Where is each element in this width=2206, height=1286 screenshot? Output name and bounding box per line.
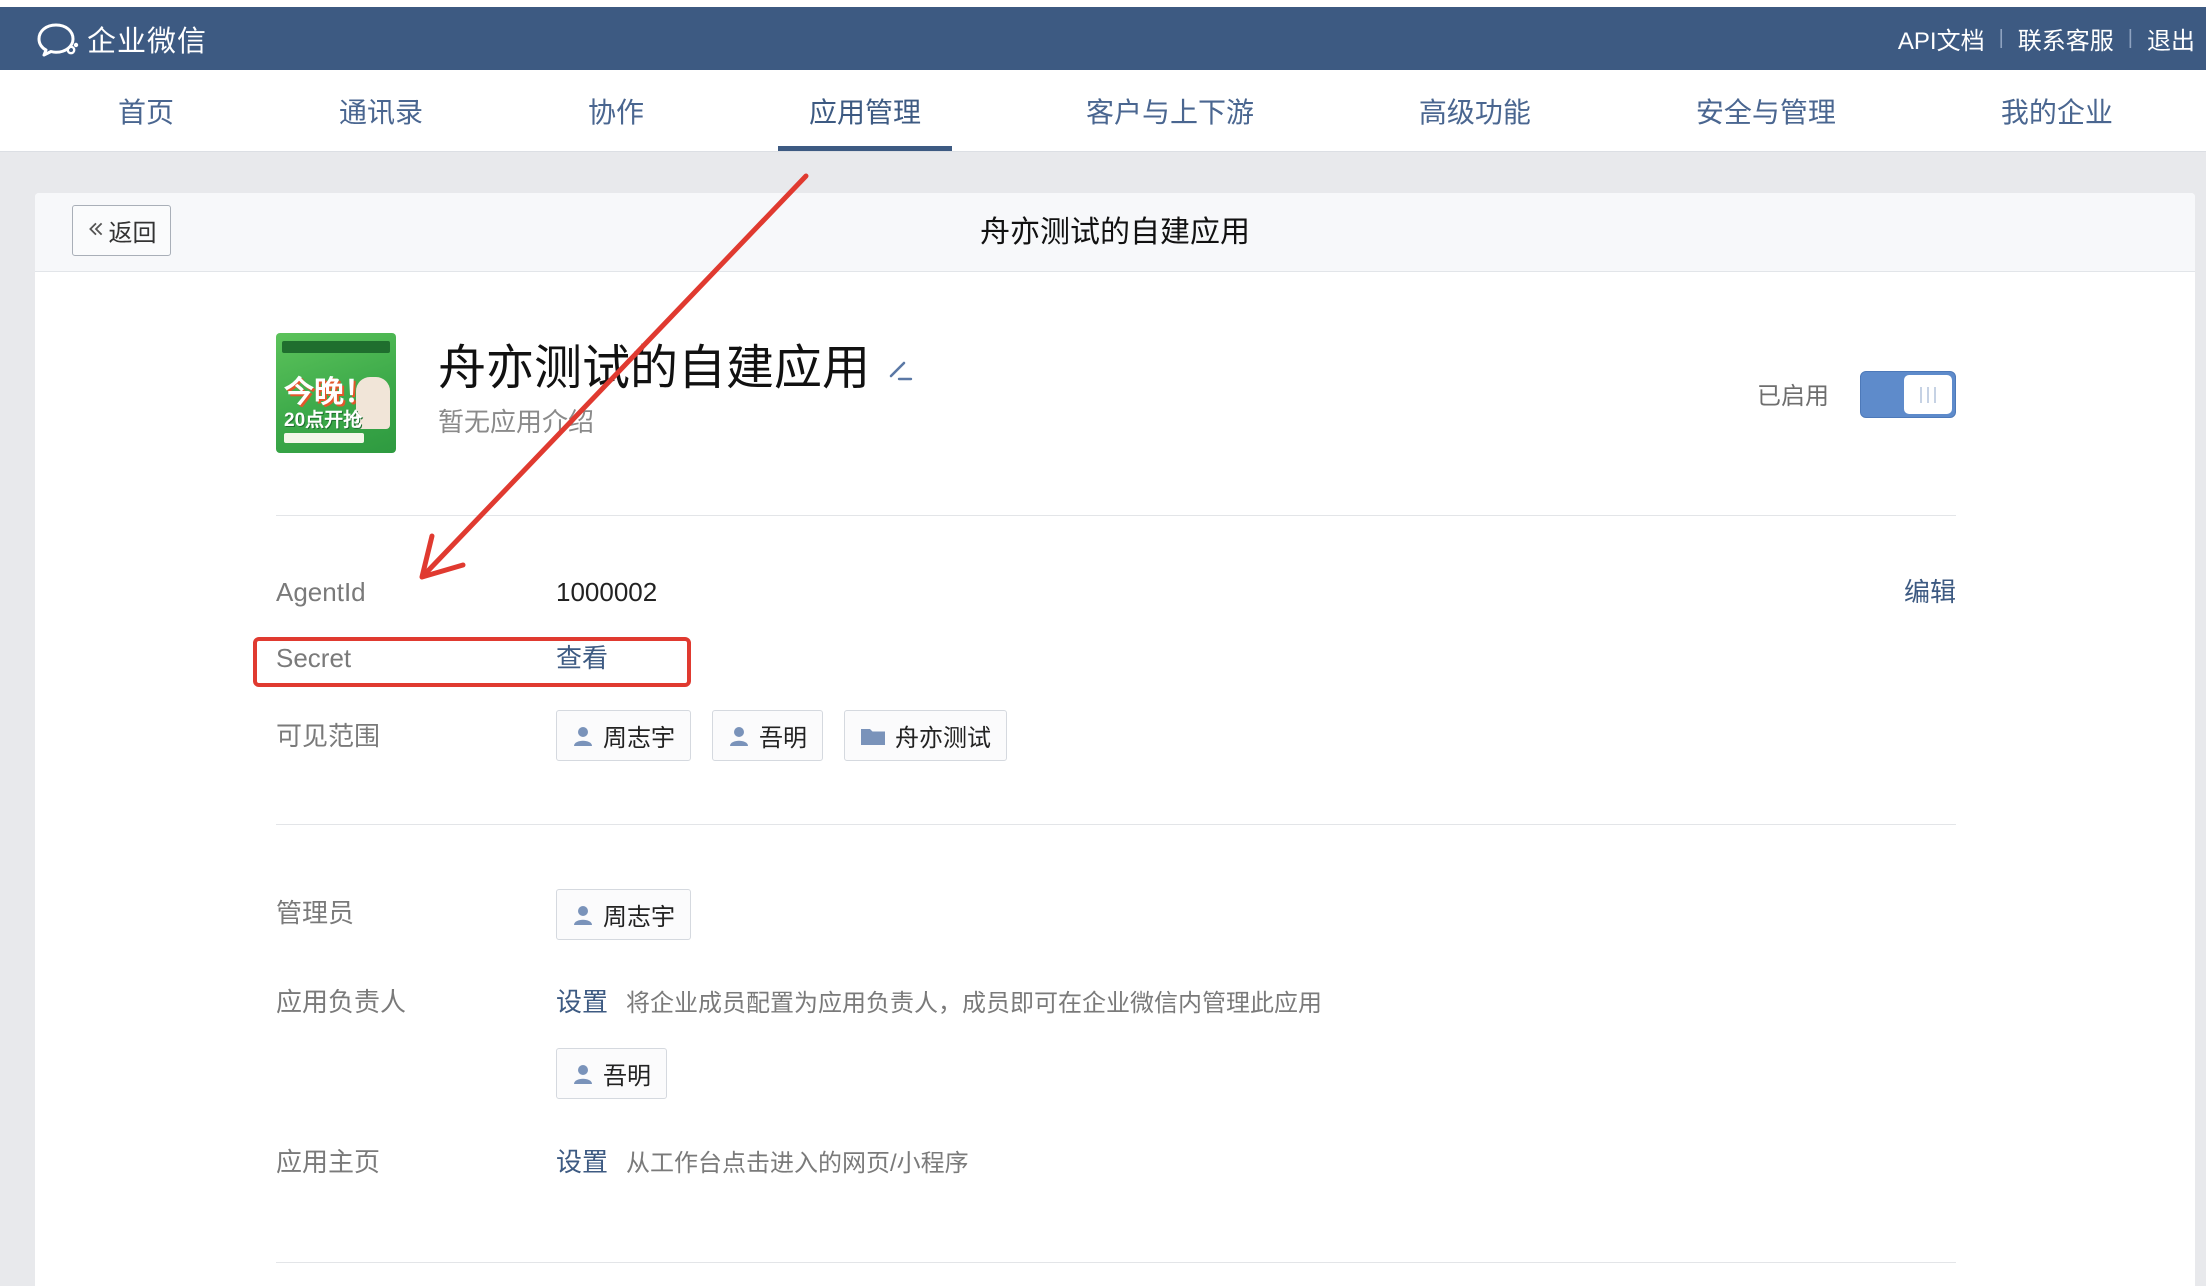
- top-header: 企业微信 API文档 | 联系客服 | 退出: [0, 7, 2206, 70]
- card-title: 舟亦测试的自建应用: [980, 216, 1250, 249]
- header-links: API文档 | 联系客服 | 退出: [1898, 7, 2195, 70]
- tag-name: 吾明: [759, 725, 807, 752]
- nav-item-security[interactable]: 安全与管理: [1665, 70, 1867, 151]
- toggle-knob: [1904, 375, 1952, 414]
- visibility-tag[interactable]: 吾明: [712, 710, 823, 761]
- enable-toggle[interactable]: [1860, 371, 1956, 418]
- tag-name: 周志宇: [603, 725, 675, 752]
- admin-tags: 周志宇: [556, 889, 712, 940]
- owner-tag[interactable]: 吾明: [556, 1048, 667, 1099]
- set-homepage-link[interactable]: 设置: [556, 1147, 608, 1177]
- link-separator: |: [1998, 27, 2004, 49]
- app-icon-subline: 20点开抢: [284, 410, 363, 431]
- grip-line: [1920, 386, 1922, 403]
- person-icon: [572, 904, 594, 926]
- agentid-value: 1000002: [556, 577, 658, 607]
- back-button[interactable]: 返回: [72, 205, 171, 256]
- set-owners-link[interactable]: 设置: [556, 987, 608, 1017]
- logo-text: 企业微信: [87, 25, 208, 58]
- agentid-label: AgentId: [276, 577, 366, 607]
- section-divider: [276, 515, 1956, 516]
- homepage-setting: 设置 从工作台点击进入的网页/小程序: [556, 1142, 969, 1182]
- card-header: 舟亦测试的自建应用 返回: [35, 193, 2195, 272]
- pencil-icon[interactable]: [884, 355, 914, 385]
- nav-item-contacts[interactable]: 通讯录: [308, 70, 454, 151]
- admin-tag[interactable]: 周志宇: [556, 889, 691, 940]
- status-label: 已启用: [1757, 383, 1829, 410]
- double-chevron-left-icon: [87, 217, 105, 245]
- grip-line: [1927, 386, 1929, 403]
- visibility-tags: 周志宇 吾明 舟亦测试: [556, 710, 1028, 761]
- top-strip: [0, 0, 2206, 7]
- visibility-tag[interactable]: 周志宇: [556, 710, 691, 761]
- edit-button[interactable]: 编辑: [1904, 572, 1956, 612]
- tag-name: 吾明: [603, 1063, 651, 1090]
- logo[interactable]: 企业微信: [35, 7, 207, 70]
- wecom-logo-icon: [35, 19, 81, 59]
- contact-support-link[interactable]: 联系客服: [2018, 21, 2114, 56]
- nav-item-my-enterprise[interactable]: 我的企业: [1970, 70, 2144, 151]
- annotation-highlight-box: [253, 637, 691, 687]
- homepage-hint: 从工作台点击进入的网页/小程序: [626, 1150, 969, 1177]
- nav-item-advanced-features[interactable]: 高级功能: [1388, 70, 1562, 151]
- app-icon-strip: [282, 341, 390, 353]
- visibility-tag[interactable]: 舟亦测试: [844, 710, 1007, 761]
- section-divider: [276, 1262, 1956, 1263]
- app-detail-card: 舟亦测试的自建应用 返回 今晚！ 20点开抢 舟亦测试的自建应用 暂无应用介绍 …: [35, 193, 2195, 1286]
- grip-line: [1934, 386, 1936, 403]
- homepage-label: 应用主页: [276, 1147, 381, 1177]
- nav-item-customers[interactable]: 客户与上下游: [1055, 70, 1285, 151]
- back-button-label: 返回: [108, 220, 157, 247]
- nav-item-home[interactable]: 首页: [87, 70, 205, 151]
- api-docs-link[interactable]: API文档: [1898, 21, 1985, 56]
- visibility-label: 可见范围: [276, 721, 381, 751]
- owners-hint: 将企业成员配置为应用负责人，成员即可在企业微信内管理此应用: [626, 990, 1323, 1017]
- app-name: 舟亦测试的自建应用: [438, 342, 871, 395]
- admins-label: 管理员: [276, 898, 355, 928]
- owners-setting: 设置 将企业成员配置为应用负责人，成员即可在企业微信内管理此应用: [556, 982, 1322, 1022]
- tag-name: 舟亦测试: [895, 725, 991, 752]
- person-icon: [728, 725, 750, 747]
- logout-link[interactable]: 退出: [2147, 21, 2195, 56]
- section-divider: [276, 824, 1956, 825]
- tag-name: 周志宇: [603, 904, 675, 931]
- app-description: 暂无应用介绍: [438, 407, 595, 437]
- nav-item-app-management[interactable]: 应用管理: [777, 70, 952, 151]
- app-icon[interactable]: 今晚！ 20点开抢: [276, 333, 396, 453]
- person-icon: [572, 725, 594, 747]
- folder-icon: [860, 725, 886, 747]
- nav-item-collaboration[interactable]: 协作: [557, 70, 675, 151]
- app-icon-footer: [284, 433, 364, 443]
- owners-label: 应用负责人: [276, 987, 407, 1017]
- owner-tags: 吾明: [556, 1048, 688, 1099]
- link-separator: |: [2127, 27, 2133, 49]
- person-icon: [572, 1063, 594, 1085]
- main-nav: 首页 通讯录 协作 应用管理 客户与上下游 高级功能 安全与管理 我的企业: [0, 70, 2206, 151]
